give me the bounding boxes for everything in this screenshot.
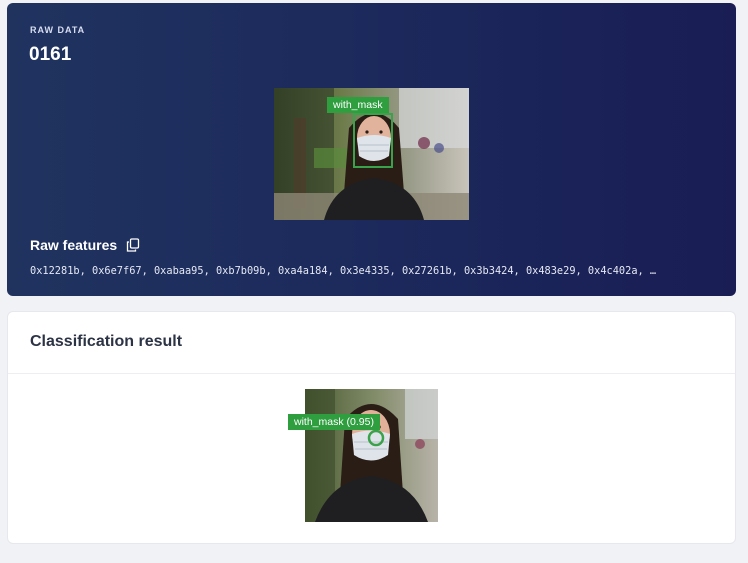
sample-id-title: 0161 (29, 44, 72, 65)
classification-panel: Classification result with_mask (0.95) (7, 311, 736, 544)
raw-detection-box (353, 113, 393, 168)
classification-detection-label: with_mask (0.95) (288, 414, 380, 430)
raw-data-panel: RAW DATA 0161 with_mask Raw features 0x1… (7, 3, 736, 296)
raw-sample-image: with_mask (274, 88, 469, 220)
classification-title: Classification result (30, 333, 183, 350)
raw-features-values: 0x12281b, 0x6e7f67, 0xabaa95, 0xb7b09b, … (30, 265, 657, 277)
classification-photo (305, 389, 438, 522)
classification-header: Classification result (8, 312, 735, 374)
raw-data-eyebrow: RAW DATA (30, 25, 86, 35)
raw-features-label: Raw features (30, 237, 118, 253)
raw-detection-label: with_mask (327, 97, 389, 113)
copy-icon-glyph (127, 238, 140, 252)
raw-features-header: Raw features (30, 237, 141, 253)
classification-image (305, 389, 438, 522)
copy-icon[interactable] (125, 237, 141, 253)
